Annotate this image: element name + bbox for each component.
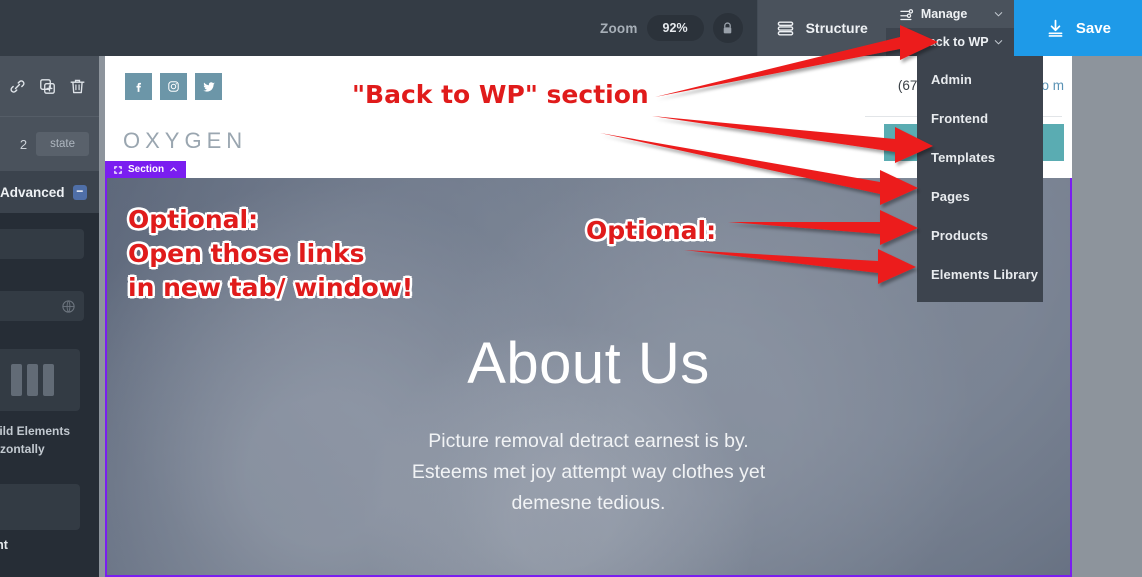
menu-item-admin[interactable]: Admin — [917, 60, 1043, 99]
layout-caption-line-2: rizontally — [0, 442, 45, 456]
hero-subtitle[interactable]: Picture removal detract earnest is by. Es… — [107, 426, 1070, 519]
zoom-label: Zoom — [600, 20, 638, 36]
back-to-wp-label: Back to WP — [919, 35, 989, 49]
left-properties-panel: 2 state Advanced − hild Elements r — [0, 56, 99, 577]
zoom-value[interactable]: 92% — [646, 15, 704, 41]
menu-item-templates[interactable]: Templates — [917, 138, 1043, 177]
lock-icon — [723, 22, 732, 33]
panel-bottom-control[interactable]: ment — [0, 484, 80, 552]
state-button[interactable]: state — [36, 132, 89, 156]
manage-button[interactable]: Manage — [886, 0, 1014, 28]
save-button[interactable]: Save — [1013, 0, 1142, 56]
advanced-label: Advanced — [0, 184, 65, 200]
facebook-icon[interactable] — [125, 73, 152, 100]
layout-bar — [10, 364, 22, 396]
social-links — [125, 73, 222, 100]
chevron-up-icon[interactable] — [169, 165, 178, 174]
twitter-icon[interactable] — [195, 73, 222, 100]
layout-caption-line-1: hild Elements — [0, 424, 71, 438]
collapse-toggle[interactable]: − — [72, 184, 87, 200]
hero-subtitle-text: Picture removal detract earnest is by. Es… — [411, 430, 766, 514]
menu-item-pages[interactable]: Pages — [917, 177, 1043, 216]
state-row: 2 state — [0, 116, 99, 171]
back-to-wp-dropdown-menu[interactable]: Admin Frontend Templates Pages Products … — [917, 56, 1043, 302]
advanced-section-header[interactable]: Advanced − — [0, 171, 99, 213]
hero-title[interactable]: About Us — [107, 330, 1070, 397]
panel-number: 2 — [19, 136, 28, 152]
layout-direction-control[interactable] — [0, 349, 80, 411]
save-label: Save — [1075, 19, 1111, 37]
section-badge[interactable]: Section — [105, 161, 187, 178]
layout-bar — [26, 364, 38, 396]
trash-icon[interactable] — [68, 77, 87, 96]
zoom-control-group: Zoom 92% — [600, 0, 757, 56]
layout-caption: hild Elements rizontally — [0, 422, 99, 458]
globe-icon — [62, 299, 75, 313]
section-badge-label: Section — [128, 164, 165, 175]
chevron-down-icon — [994, 40, 1003, 45]
menu-item-products[interactable]: Products — [917, 216, 1043, 255]
structure-label: Structure — [805, 20, 868, 36]
manage-column: Manage Back to WP — [885, 0, 1014, 56]
site-logo[interactable]: OXYGEN — [123, 128, 247, 154]
structure-icon — [777, 20, 793, 36]
instagram-icon[interactable] — [160, 73, 187, 100]
move-icon — [114, 165, 122, 174]
wordpress-icon — [899, 35, 913, 49]
panel-input-field[interactable] — [0, 229, 84, 259]
toolbar-left-spacer — [0, 0, 600, 56]
layout-bar — [42, 364, 54, 396]
manage-label: Manage — [920, 7, 968, 21]
menu-item-elements-library[interactable]: Elements Library — [917, 255, 1043, 294]
panel-bottom-label: ment — [0, 538, 8, 552]
lock-button[interactable] — [712, 13, 743, 43]
download-icon — [1048, 19, 1063, 37]
chevron-down-icon — [994, 12, 1003, 17]
top-toolbar: Zoom 92% Structure Manage Back to WP Sav… — [0, 0, 1142, 56]
back-to-wp-button[interactable]: Back to WP — [885, 28, 1014, 56]
panel-input-field-with-icon[interactable] — [0, 291, 84, 321]
menu-item-frontend[interactable]: Frontend — [917, 99, 1043, 138]
advanced-panel-body: hild Elements rizontally ment — [0, 213, 99, 552]
duplicate-icon[interactable] — [38, 77, 57, 96]
sliders-icon — [900, 8, 913, 20]
element-actions-row — [0, 56, 99, 116]
oxygen-builder-screen: Zoom 92% Structure Manage Back to WP Sav… — [0, 0, 1142, 577]
structure-button[interactable]: Structure — [757, 0, 886, 56]
link-icon[interactable] — [8, 77, 27, 96]
